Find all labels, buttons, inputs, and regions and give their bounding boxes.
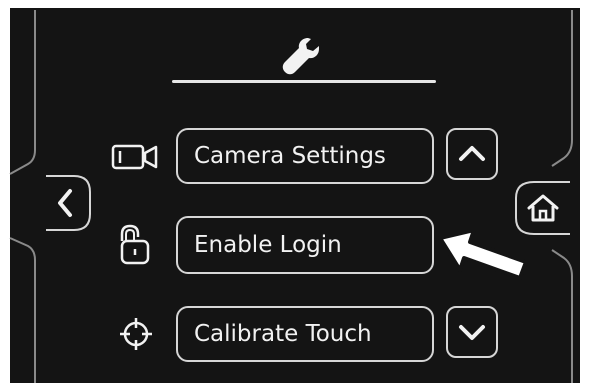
- enable-login-label: Enable Login: [194, 231, 342, 258]
- camera-icon: [110, 134, 162, 178]
- scroll-up-button[interactable]: [446, 128, 498, 180]
- chevron-down-icon: [459, 325, 485, 340]
- enable-login-button[interactable]: Enable Login: [176, 216, 434, 274]
- lock-icon: [114, 223, 166, 267]
- scroll-down-button[interactable]: [446, 306, 498, 358]
- device-screen: Camera Settings Enable Login Calibrate T…: [0, 0, 589, 383]
- camera-settings-label: Camera Settings: [194, 142, 386, 169]
- back-button[interactable]: [44, 174, 94, 232]
- title-divider: [172, 80, 436, 83]
- wrench-icon: [278, 34, 322, 78]
- camera-settings-button[interactable]: Camera Settings: [176, 128, 434, 184]
- calibrate-touch-button[interactable]: Calibrate Touch: [176, 306, 434, 362]
- chevron-up-icon: [459, 146, 485, 161]
- crosshair-icon: [112, 312, 164, 356]
- calibrate-touch-label: Calibrate Touch: [194, 320, 372, 347]
- arrow-pointer-icon: [434, 226, 534, 286]
